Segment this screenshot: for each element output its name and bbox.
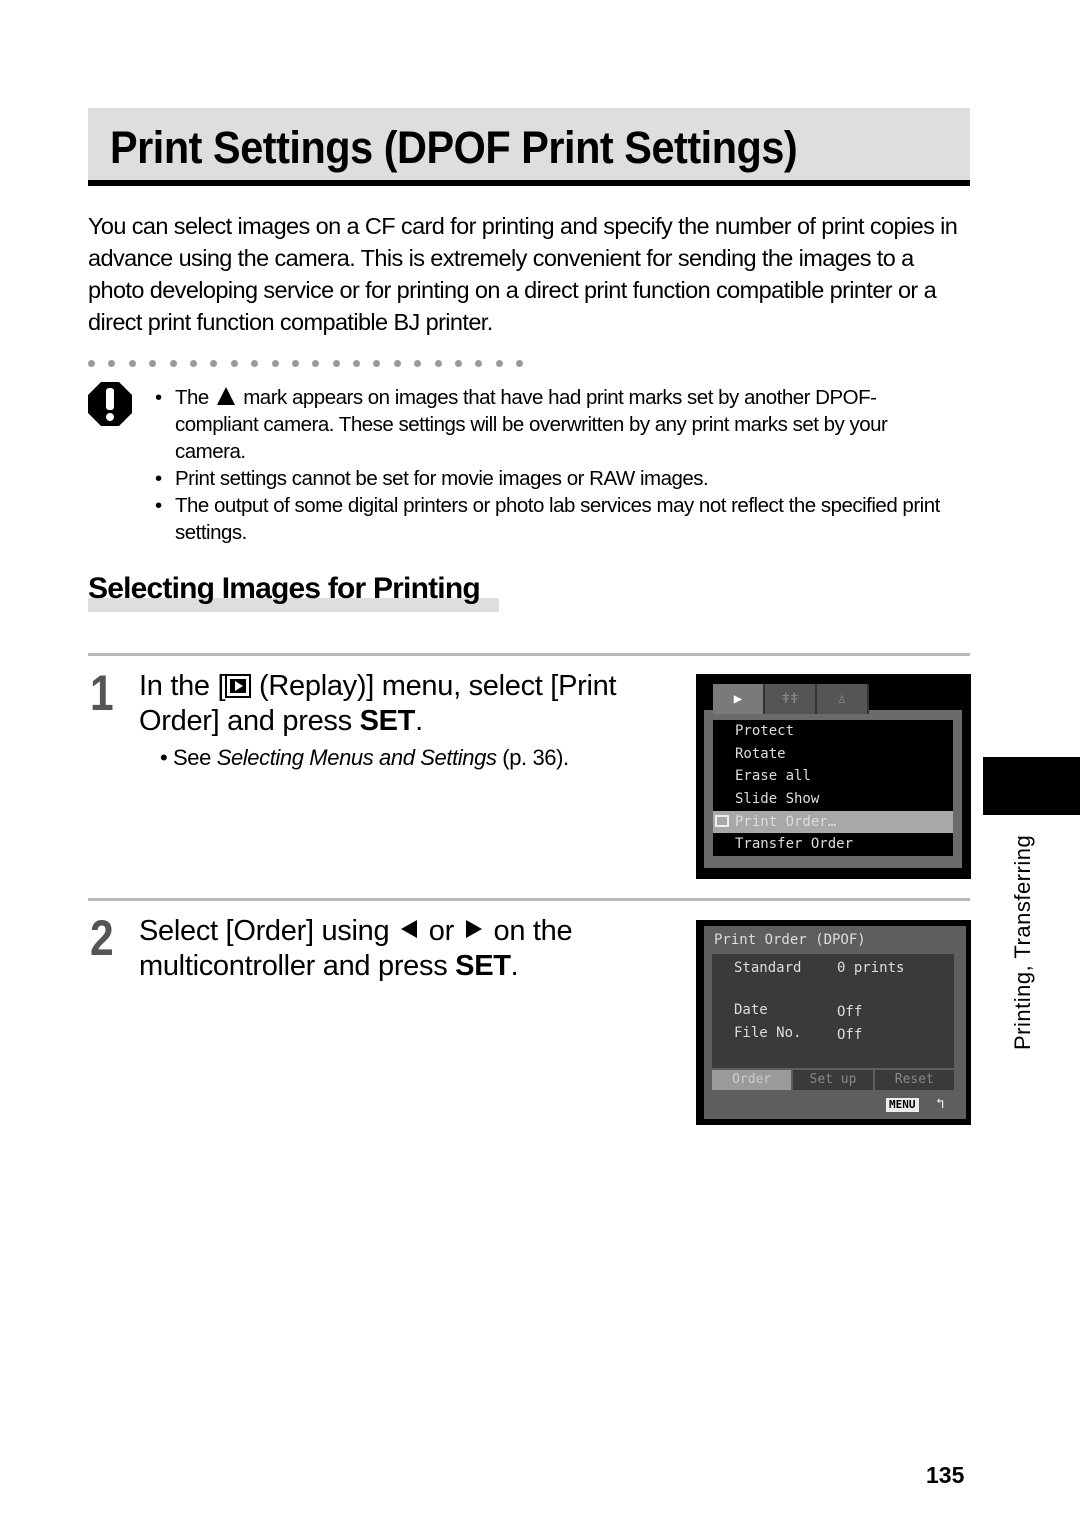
step-divider [88, 898, 970, 901]
menu-item: Erase all [735, 768, 811, 785]
return-icon: ↰ [936, 1096, 945, 1112]
camera-screen-replay-menu: ▶ ǂǂ ♙ Protect Rotate Erase all Slide Sh… [696, 674, 971, 879]
menu-item: Protect [735, 723, 795, 739]
section-heading: Selecting Images for Printing [88, 572, 499, 612]
note-item: Print settings cannot be set for movie i… [155, 465, 955, 492]
replay-menu-list: Protect Rotate Erase all Slide Show Prin… [713, 720, 953, 856]
chapter-tab [983, 757, 1080, 815]
menu-item: Rotate [735, 745, 786, 762]
step-1-text: In the [ (Replay)] menu, select [Print O… [139, 670, 617, 737]
dotted-divider [88, 360, 524, 367]
title-bar: Print Settings (DPOF Print Settings) [88, 108, 970, 186]
replay-icon [225, 674, 252, 698]
menu-item-selected: Print Order… [713, 810, 953, 834]
section-heading-text: Selecting Images for Printing [88, 572, 481, 605]
order-button: Order [712, 1070, 792, 1090]
print-icon [715, 814, 729, 827]
print-order-header: Print Order (DPOF) [714, 932, 866, 948]
my-camera-tab-icon: ♙ [817, 684, 869, 714]
step-2-text: Select [Order] using or on the multicont… [139, 915, 573, 982]
menu-item: Transfer Order [735, 836, 854, 853]
note-item: The mark appears on images that have had… [155, 384, 955, 465]
note-item: The output of some digital printers or p… [155, 492, 955, 546]
menu-item: Slide Show [735, 791, 820, 808]
caution-icon [88, 382, 132, 426]
step-1-note: • See Selecting Menus and Settings (p. 3… [160, 745, 569, 770]
reset-button: Reset [874, 1070, 954, 1090]
warning-triangle-icon [217, 387, 236, 405]
intro-paragraph: You can select images on a CF card for p… [88, 213, 958, 335]
right-arrow-icon [465, 920, 482, 938]
step-divider [88, 653, 970, 656]
page-number: 135 [926, 1462, 965, 1488]
page-title: Print Settings (DPOF Print Settings) [110, 122, 798, 173]
replay-tab-icon: ▶ [713, 684, 765, 714]
chapter-label: Printing, Transferring [1010, 834, 1035, 1050]
step-number: 1 [90, 665, 114, 721]
menu-button-label: MENU [886, 1098, 919, 1112]
camera-screen-print-order: Print Order (DPOF) Standard 0 prints Dat… [696, 920, 971, 1125]
setup-button: Set up [793, 1070, 873, 1090]
setup-tab-icon: ǂǂ [765, 684, 817, 714]
step-number: 2 [90, 910, 114, 966]
left-arrow-icon [401, 920, 418, 938]
caution-notes: The mark appears on images that have had… [155, 384, 955, 546]
